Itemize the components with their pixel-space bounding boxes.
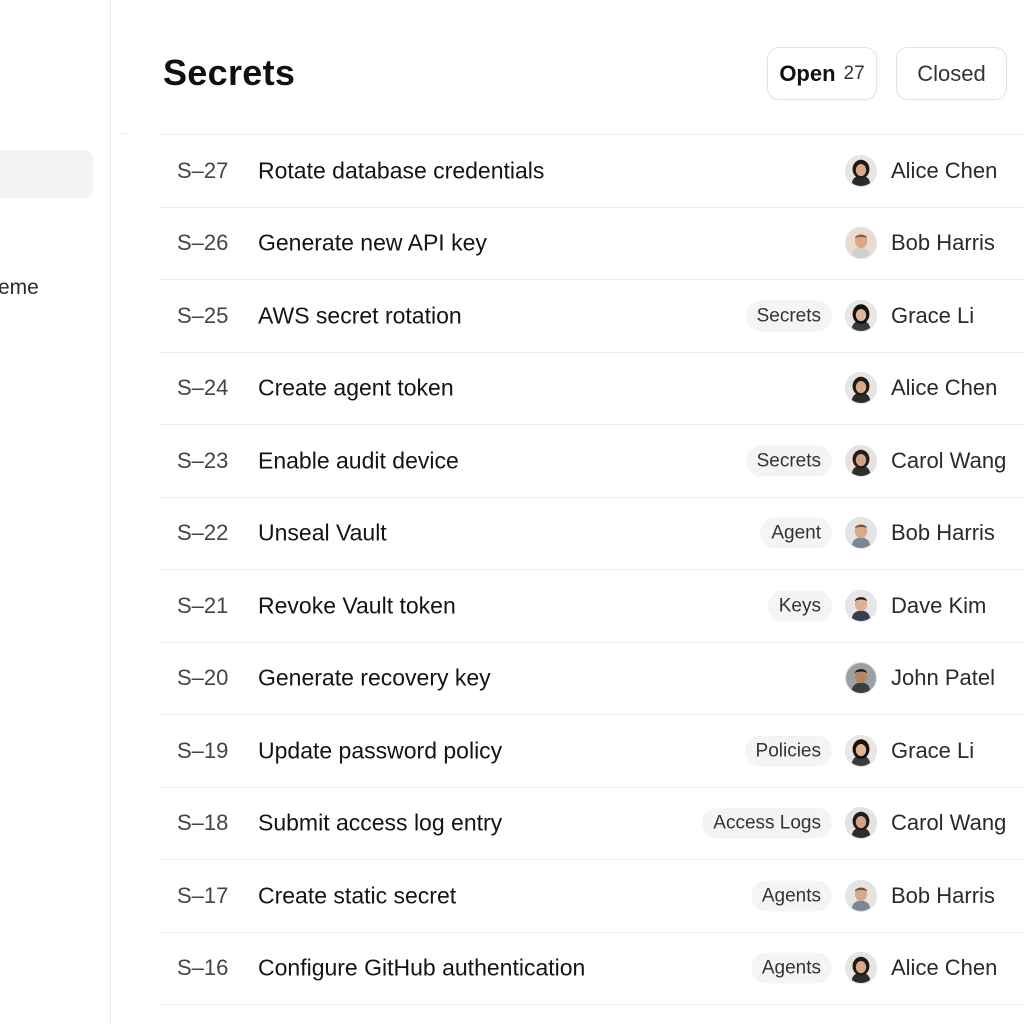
sidebar: eme (0, 0, 111, 1024)
item-id: S–20 (177, 665, 229, 691)
item-tag[interactable]: Access Logs (702, 807, 832, 839)
item-title[interactable]: Update password policy (258, 737, 502, 764)
avatar (845, 444, 877, 477)
assignee-name: Bob Harris (891, 882, 995, 908)
item-title[interactable]: AWS secret rotation (258, 302, 462, 329)
item-id: S–25 (177, 302, 229, 328)
item-title[interactable]: Revoke Vault token (258, 592, 456, 619)
assignee-name: Grace Li (891, 302, 975, 328)
assignee-name: Alice Chen (891, 955, 998, 981)
list-item[interactable]: S–25 AWS secret rotation Secrets Grace L… (161, 280, 1024, 353)
avatar (845, 952, 877, 985)
list-item[interactable]: S–16 Configure GitHub authentication Age… (161, 933, 1024, 1005)
avatar (845, 517, 877, 550)
avatar (845, 299, 877, 332)
avatar (845, 589, 877, 622)
item-title[interactable]: Configure GitHub authentication (258, 955, 585, 982)
assignee-name: John Patel (891, 665, 995, 691)
item-id: S–27 (177, 157, 229, 183)
list-item[interactable]: S–26 Generate new API key Bob Harris (161, 208, 1024, 280)
assignee-name: Bob Harris (891, 230, 995, 256)
avatar (845, 662, 877, 695)
item-title[interactable]: Create agent token (258, 375, 454, 402)
item-title[interactable]: Rotate database credentials (258, 157, 544, 184)
list-item[interactable]: S–24 Create agent token Alice Chen (161, 353, 1024, 425)
avatar (845, 734, 877, 767)
list-item[interactable]: S–22 Unseal Vault Agent Bob Harris (161, 498, 1024, 570)
list-item[interactable]: S–20 Generate recovery key John Patel (161, 643, 1024, 715)
page-title: Secrets (163, 52, 296, 93)
avatar (845, 879, 877, 912)
item-tag[interactable]: Agent (760, 517, 832, 549)
closed-filter-button[interactable]: Closed (896, 47, 1007, 100)
assignee-name: Alice Chen (891, 157, 998, 183)
list-item[interactable]: S–18 Submit access log entry Access Logs… (161, 788, 1024, 860)
item-title[interactable]: Generate new API key (258, 230, 487, 257)
item-tag[interactable]: Agents (750, 880, 832, 912)
open-filter-button[interactable]: Open 27 (767, 47, 877, 100)
item-id: S–26 (177, 230, 229, 256)
list-item[interactable]: S–17 Create static secret Agents Bob Har… (161, 860, 1024, 933)
list-item[interactable]: S–21 Revoke Vault token Keys Dave Kim (161, 570, 1024, 643)
item-id: S–19 (177, 737, 229, 763)
item-title[interactable]: Submit access log entry (258, 810, 502, 837)
secrets-list: S–27 Rotate database credentials Alice C… (161, 134, 1024, 1005)
item-title[interactable]: Generate recovery key (258, 665, 491, 692)
assignee-name: Alice Chen (891, 375, 998, 401)
item-id: S–18 (177, 810, 229, 836)
avatar (845, 154, 877, 187)
item-tag[interactable]: Secrets (745, 300, 832, 332)
item-id: S–21 (177, 592, 229, 618)
item-tag[interactable]: Keys (767, 590, 832, 622)
item-title[interactable]: Enable audit device (258, 447, 459, 474)
sidebar-item-theme[interactable]: eme (0, 276, 39, 300)
item-id: S–24 (177, 375, 229, 401)
open-filter-label: Open (779, 60, 836, 86)
assignee-name: Carol Wang (891, 447, 1007, 473)
item-tag[interactable]: Policies (744, 735, 832, 767)
main-content: Secrets Open 27 Closed S–27 Rotate datab… (112, 0, 1024, 1024)
list-item[interactable]: S–27 Rotate database credentials Alice C… (161, 135, 1024, 208)
assignee-name: Carol Wang (891, 810, 1007, 836)
item-id: S–17 (177, 882, 229, 908)
list-item[interactable]: S–19 Update password policy Policies Gra… (161, 715, 1024, 788)
assignee-name: Dave Kim (891, 592, 987, 618)
item-id: S–23 (177, 447, 229, 473)
item-title[interactable]: Create static secret (258, 882, 456, 909)
item-id: S–16 (177, 955, 229, 981)
item-id: S–22 (177, 520, 229, 546)
item-tag[interactable]: Secrets (745, 445, 832, 477)
item-tag[interactable]: Agents (750, 952, 832, 984)
assignee-name: Grace Li (891, 737, 975, 763)
sidebar-item-active[interactable] (0, 150, 93, 198)
avatar (845, 372, 877, 405)
item-title[interactable]: Unseal Vault (258, 520, 387, 547)
avatar (845, 807, 877, 840)
avatar (845, 227, 877, 260)
open-count-badge: 27 (843, 62, 865, 84)
list-item[interactable]: S–23 Enable audit device Secrets Carol W… (161, 425, 1024, 498)
assignee-name: Bob Harris (891, 520, 995, 546)
